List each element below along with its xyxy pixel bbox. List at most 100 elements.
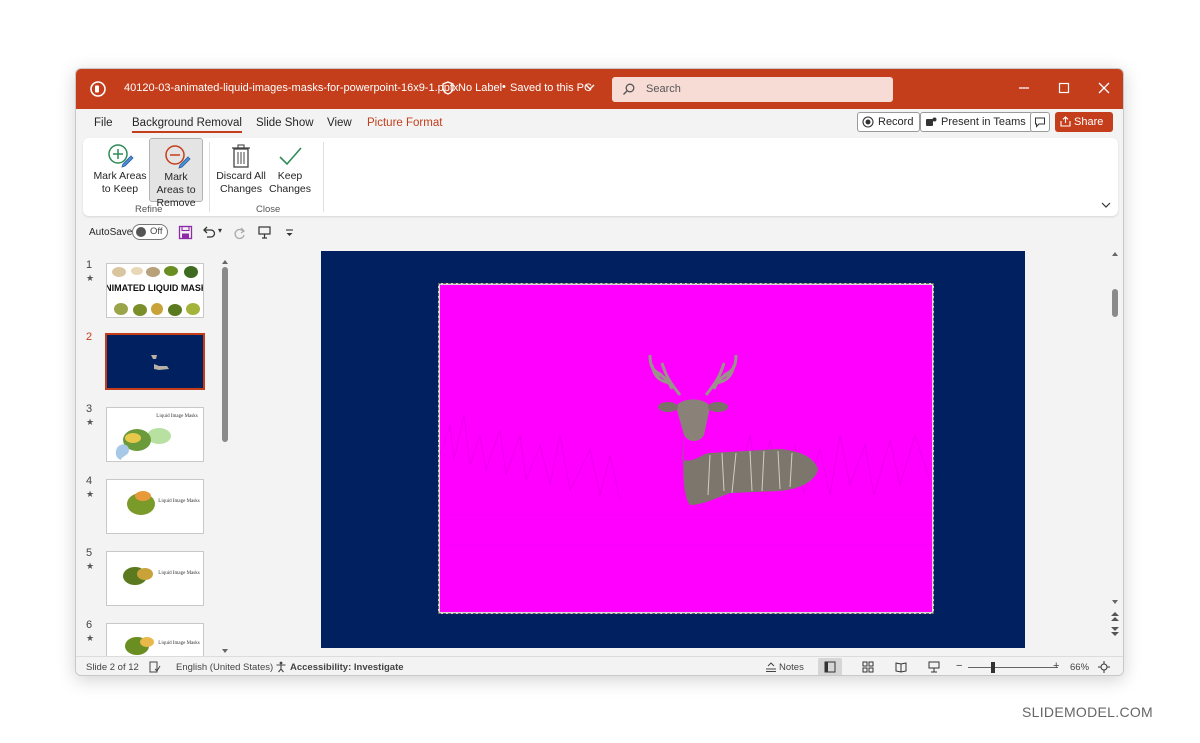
screenshot-stage: 40120-03-animated-liquid-images-masks-fo… (0, 0, 1200, 743)
tab-file[interactable]: File (94, 117, 113, 129)
slide-counter: Slide 2 of 12 (86, 662, 139, 673)
animation-star-icon: ★ (86, 633, 95, 643)
tab-slide-show[interactable]: Slide Show (256, 117, 314, 129)
maximize-icon[interactable] (1057, 81, 1071, 95)
quick-access-toolbar: AutoSave Off ▾ (76, 219, 1123, 247)
record-label: Record (878, 116, 914, 128)
deer-photo-removal-preview (439, 285, 932, 612)
ribbon-collapse-chevron-icon[interactable] (1101, 200, 1111, 210)
title-separator: • (502, 81, 506, 93)
save-status[interactable]: Saved to this PC (510, 82, 592, 94)
search-box[interactable]: Search (612, 77, 893, 102)
thumb-1-title: ANIMATED LIQUID MASKS (107, 283, 204, 293)
autosave-state: Off (150, 226, 163, 237)
group-separator (209, 142, 210, 212)
slide-thumbnail-4[interactable]: Liquid Image Masks (106, 479, 204, 534)
previous-slide-icon[interactable] (1111, 611, 1119, 623)
checkmark-icon (279, 147, 302, 166)
refine-group-label: Refine (135, 204, 163, 215)
notes-icon[interactable] (765, 661, 777, 673)
slide-number: 5 (86, 547, 93, 559)
animation-star-icon: ★ (86, 489, 95, 499)
sensitivity-label-icon[interactable] (441, 81, 455, 95)
accessibility-status[interactable]: Accessibility: Investigate (290, 662, 404, 673)
mark-areas-to-keep-button[interactable]: Mark Areas to Keep (93, 138, 147, 202)
slide-thumbnail-6[interactable]: Liquid Image Masks (106, 623, 204, 656)
discard-all-changes-button[interactable]: Discard All Changes (214, 138, 268, 202)
share-button[interactable]: Share ⌄ (1055, 112, 1113, 147)
animation-star-icon: ★ (86, 417, 95, 427)
sensitivity-label-text[interactable]: No Label (458, 82, 502, 94)
chevron-down-icon[interactable] (585, 82, 595, 92)
title-bar: 40120-03-animated-liquid-images-masks-fo… (76, 69, 1123, 109)
spelling-check-icon[interactable] (149, 661, 161, 673)
slide-sorter-icon[interactable] (862, 661, 874, 673)
tab-view[interactable]: View (327, 117, 352, 129)
close-icon[interactable] (1097, 81, 1111, 95)
autosave-toggle[interactable]: Off (132, 224, 168, 240)
next-slide-icon[interactable] (1111, 625, 1119, 637)
save-icon[interactable] (178, 225, 193, 240)
keep-changes-label: Keep Changes (268, 170, 312, 195)
scroll-up-icon[interactable] (222, 259, 228, 265)
comments-button[interactable] (1030, 112, 1050, 132)
slide-thumbnail-2[interactable] (105, 333, 205, 390)
thumbnail-scrollbar[interactable] (222, 259, 228, 654)
teams-icon (926, 117, 937, 126)
thumb-4-title: Liquid Image Masks (158, 499, 199, 504)
current-slide[interactable] (321, 251, 1025, 648)
zoom-out-button[interactable]: − (956, 660, 962, 672)
keep-changes-button[interactable]: Keep Changes (263, 138, 317, 202)
zoom-in-button[interactable]: + (1053, 660, 1059, 672)
record-button[interactable]: Record (857, 112, 921, 132)
slide-thumbnail-1[interactable]: ANIMATED LIQUID MASKS (106, 263, 204, 318)
scroll-up-icon[interactable] (1112, 251, 1118, 257)
share-icon (1060, 116, 1071, 127)
document-title: 40120-03-animated-liquid-images-masks-fo… (124, 82, 459, 94)
slide-number: 3 (86, 403, 93, 415)
accessibility-icon[interactable] (275, 661, 287, 673)
scroll-down-icon[interactable] (1112, 599, 1118, 605)
fit-to-window-icon[interactable] (1098, 661, 1110, 673)
present-in-teams-button[interactable]: Present in Teams (920, 112, 1033, 132)
animation-star-icon: ★ (86, 561, 95, 571)
thumb-5-artwork: Liquid Image Masks (107, 552, 203, 605)
tab-picture-format[interactable]: Picture Format (367, 117, 442, 129)
toggle-knob (136, 227, 146, 237)
search-placeholder: Search (646, 83, 681, 95)
thumb-3-title: Liquid Image Masks (156, 414, 197, 419)
mark-areas-to-remove-button[interactable]: Mark Areas to Remove (149, 138, 203, 209)
share-label: Share (1074, 116, 1104, 128)
thumb-6-artwork: Liquid Image Masks (107, 624, 203, 656)
notes-button[interactable]: Notes (779, 662, 804, 673)
editor-scroll-thumb[interactable] (1112, 289, 1118, 317)
slide-number: 4 (86, 475, 93, 487)
zoom-level[interactable]: 66% (1070, 662, 1089, 673)
undo-dropdown-icon[interactable]: ▾ (218, 226, 222, 235)
undo-icon[interactable] (201, 225, 216, 240)
thumbnail-scroll-thumb[interactable] (222, 267, 228, 442)
editor-scrollbar[interactable] (1110, 251, 1120, 656)
customize-toolbar-icon[interactable] (282, 225, 297, 240)
slide-number: 6 (86, 619, 93, 631)
close-group-label: Close (256, 204, 281, 215)
scroll-down-icon[interactable] (222, 648, 228, 654)
presenter-icon[interactable] (257, 225, 272, 240)
slide-thumbnail-5[interactable]: Liquid Image Masks (106, 551, 204, 606)
tab-background-removal[interactable]: Background Removal (132, 117, 242, 133)
slide-number: 1 (86, 259, 93, 271)
reading-view-icon[interactable] (895, 661, 907, 673)
slide-thumbnail-3[interactable]: Liquid Image Masks (106, 407, 204, 462)
slideshow-icon[interactable] (928, 661, 940, 673)
redo-icon[interactable] (232, 225, 247, 240)
background-removal-image[interactable] (438, 283, 934, 614)
language-status[interactable]: English (United States) (176, 662, 273, 673)
trash-icon (232, 144, 250, 168)
zoom-slider-track[interactable] (968, 667, 1058, 668)
thumb-3-artwork: Liquid Image Masks (107, 408, 203, 461)
minimize-icon[interactable] (1017, 81, 1031, 95)
slide-number: 2 (86, 331, 93, 343)
pencil-minus-icon (165, 145, 191, 169)
zoom-slider-knob[interactable] (991, 662, 995, 673)
normal-view-button[interactable] (818, 658, 842, 675)
